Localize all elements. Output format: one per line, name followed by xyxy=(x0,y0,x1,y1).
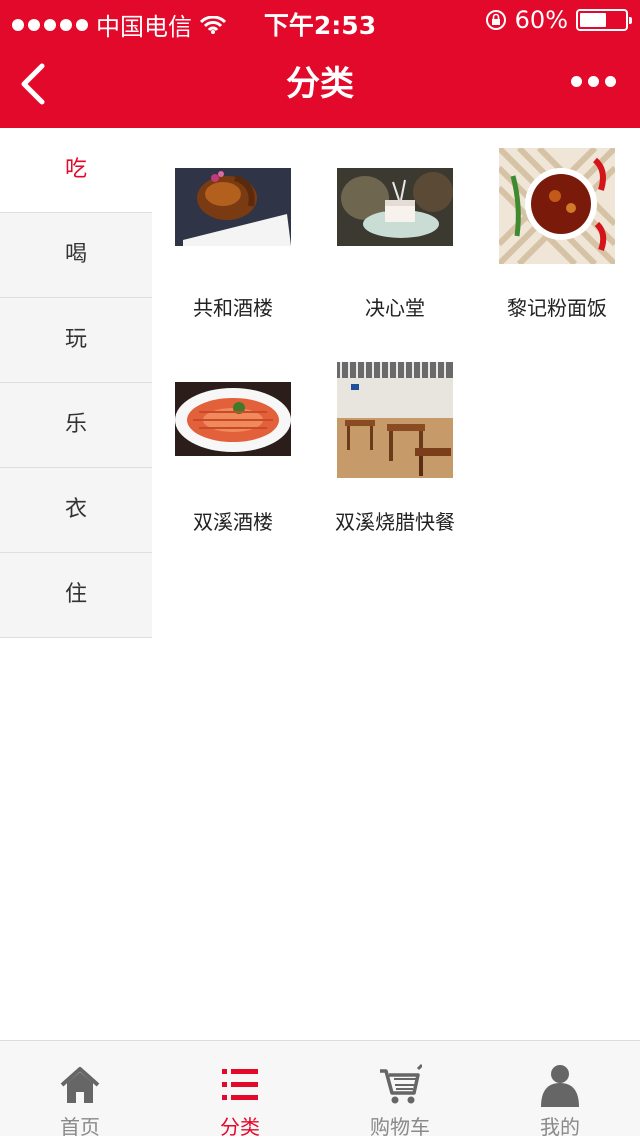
shop-name: 双溪酒楼 xyxy=(193,510,273,534)
bottom-tab-bar: 首页 分类 购物车 我的 xyxy=(0,1040,640,1139)
sidebar-item-1[interactable]: 喝 xyxy=(0,213,152,298)
roast-goose-dish-image xyxy=(175,148,291,264)
status-right: 60% xyxy=(485,6,632,34)
sidebar-item-0[interactable]: 吃 xyxy=(0,128,152,213)
shop-name: 黎记粉面饭 xyxy=(507,296,607,320)
restaurant-interior-image xyxy=(337,362,453,478)
shop-name: 共和酒楼 xyxy=(193,296,273,320)
shop-item[interactable]: 共和酒楼 xyxy=(152,148,314,321)
cart-icon xyxy=(380,1063,422,1104)
category-list-icon xyxy=(222,1069,258,1100)
shop-item[interactable]: 双溪酒楼 xyxy=(152,362,314,535)
sidebar-item-3[interactable]: 乐 xyxy=(0,383,152,468)
sidebar-item-4[interactable]: 衣 xyxy=(0,468,152,553)
shrimp-platter-image xyxy=(175,362,291,478)
battery-icon xyxy=(576,9,632,31)
rotation-lock-icon xyxy=(485,10,506,30)
sidebar-item-5[interactable]: 住 xyxy=(0,553,152,638)
user-icon xyxy=(541,1065,579,1107)
page-title: 分类 xyxy=(286,64,354,104)
spicy-soup-bowl-image xyxy=(499,148,615,264)
tab-category-list[interactable]: 分类 xyxy=(160,1041,320,1139)
navigation-bar: 分类 xyxy=(0,40,640,128)
category-sidebar: 吃喝玩乐衣住 xyxy=(0,128,152,638)
status-bar: 中国电信 下午2:53 60% xyxy=(0,0,640,41)
top-header: 中国电信 下午2:53 60% 分类 xyxy=(0,0,640,128)
more-dots-icon[interactable] xyxy=(571,76,616,87)
tab-user[interactable]: 我的 xyxy=(480,1041,640,1139)
tab-cart[interactable]: 购物车 xyxy=(320,1041,480,1139)
tab-home[interactable]: 首页 xyxy=(0,1041,160,1139)
shop-item[interactable]: 黎记粉面饭 xyxy=(476,148,638,321)
battery-percent: 60% xyxy=(514,6,568,34)
shop-item[interactable]: 双溪烧腊快餐 xyxy=(314,362,476,535)
home-icon xyxy=(60,1067,100,1103)
shop-name: 决心堂 xyxy=(365,296,425,320)
shop-name: 双溪烧腊快餐 xyxy=(335,510,455,534)
dessert-cake-plate-image xyxy=(337,148,453,264)
sidebar-item-2[interactable]: 玩 xyxy=(0,298,152,383)
shop-item[interactable]: 决心堂 xyxy=(314,148,476,321)
